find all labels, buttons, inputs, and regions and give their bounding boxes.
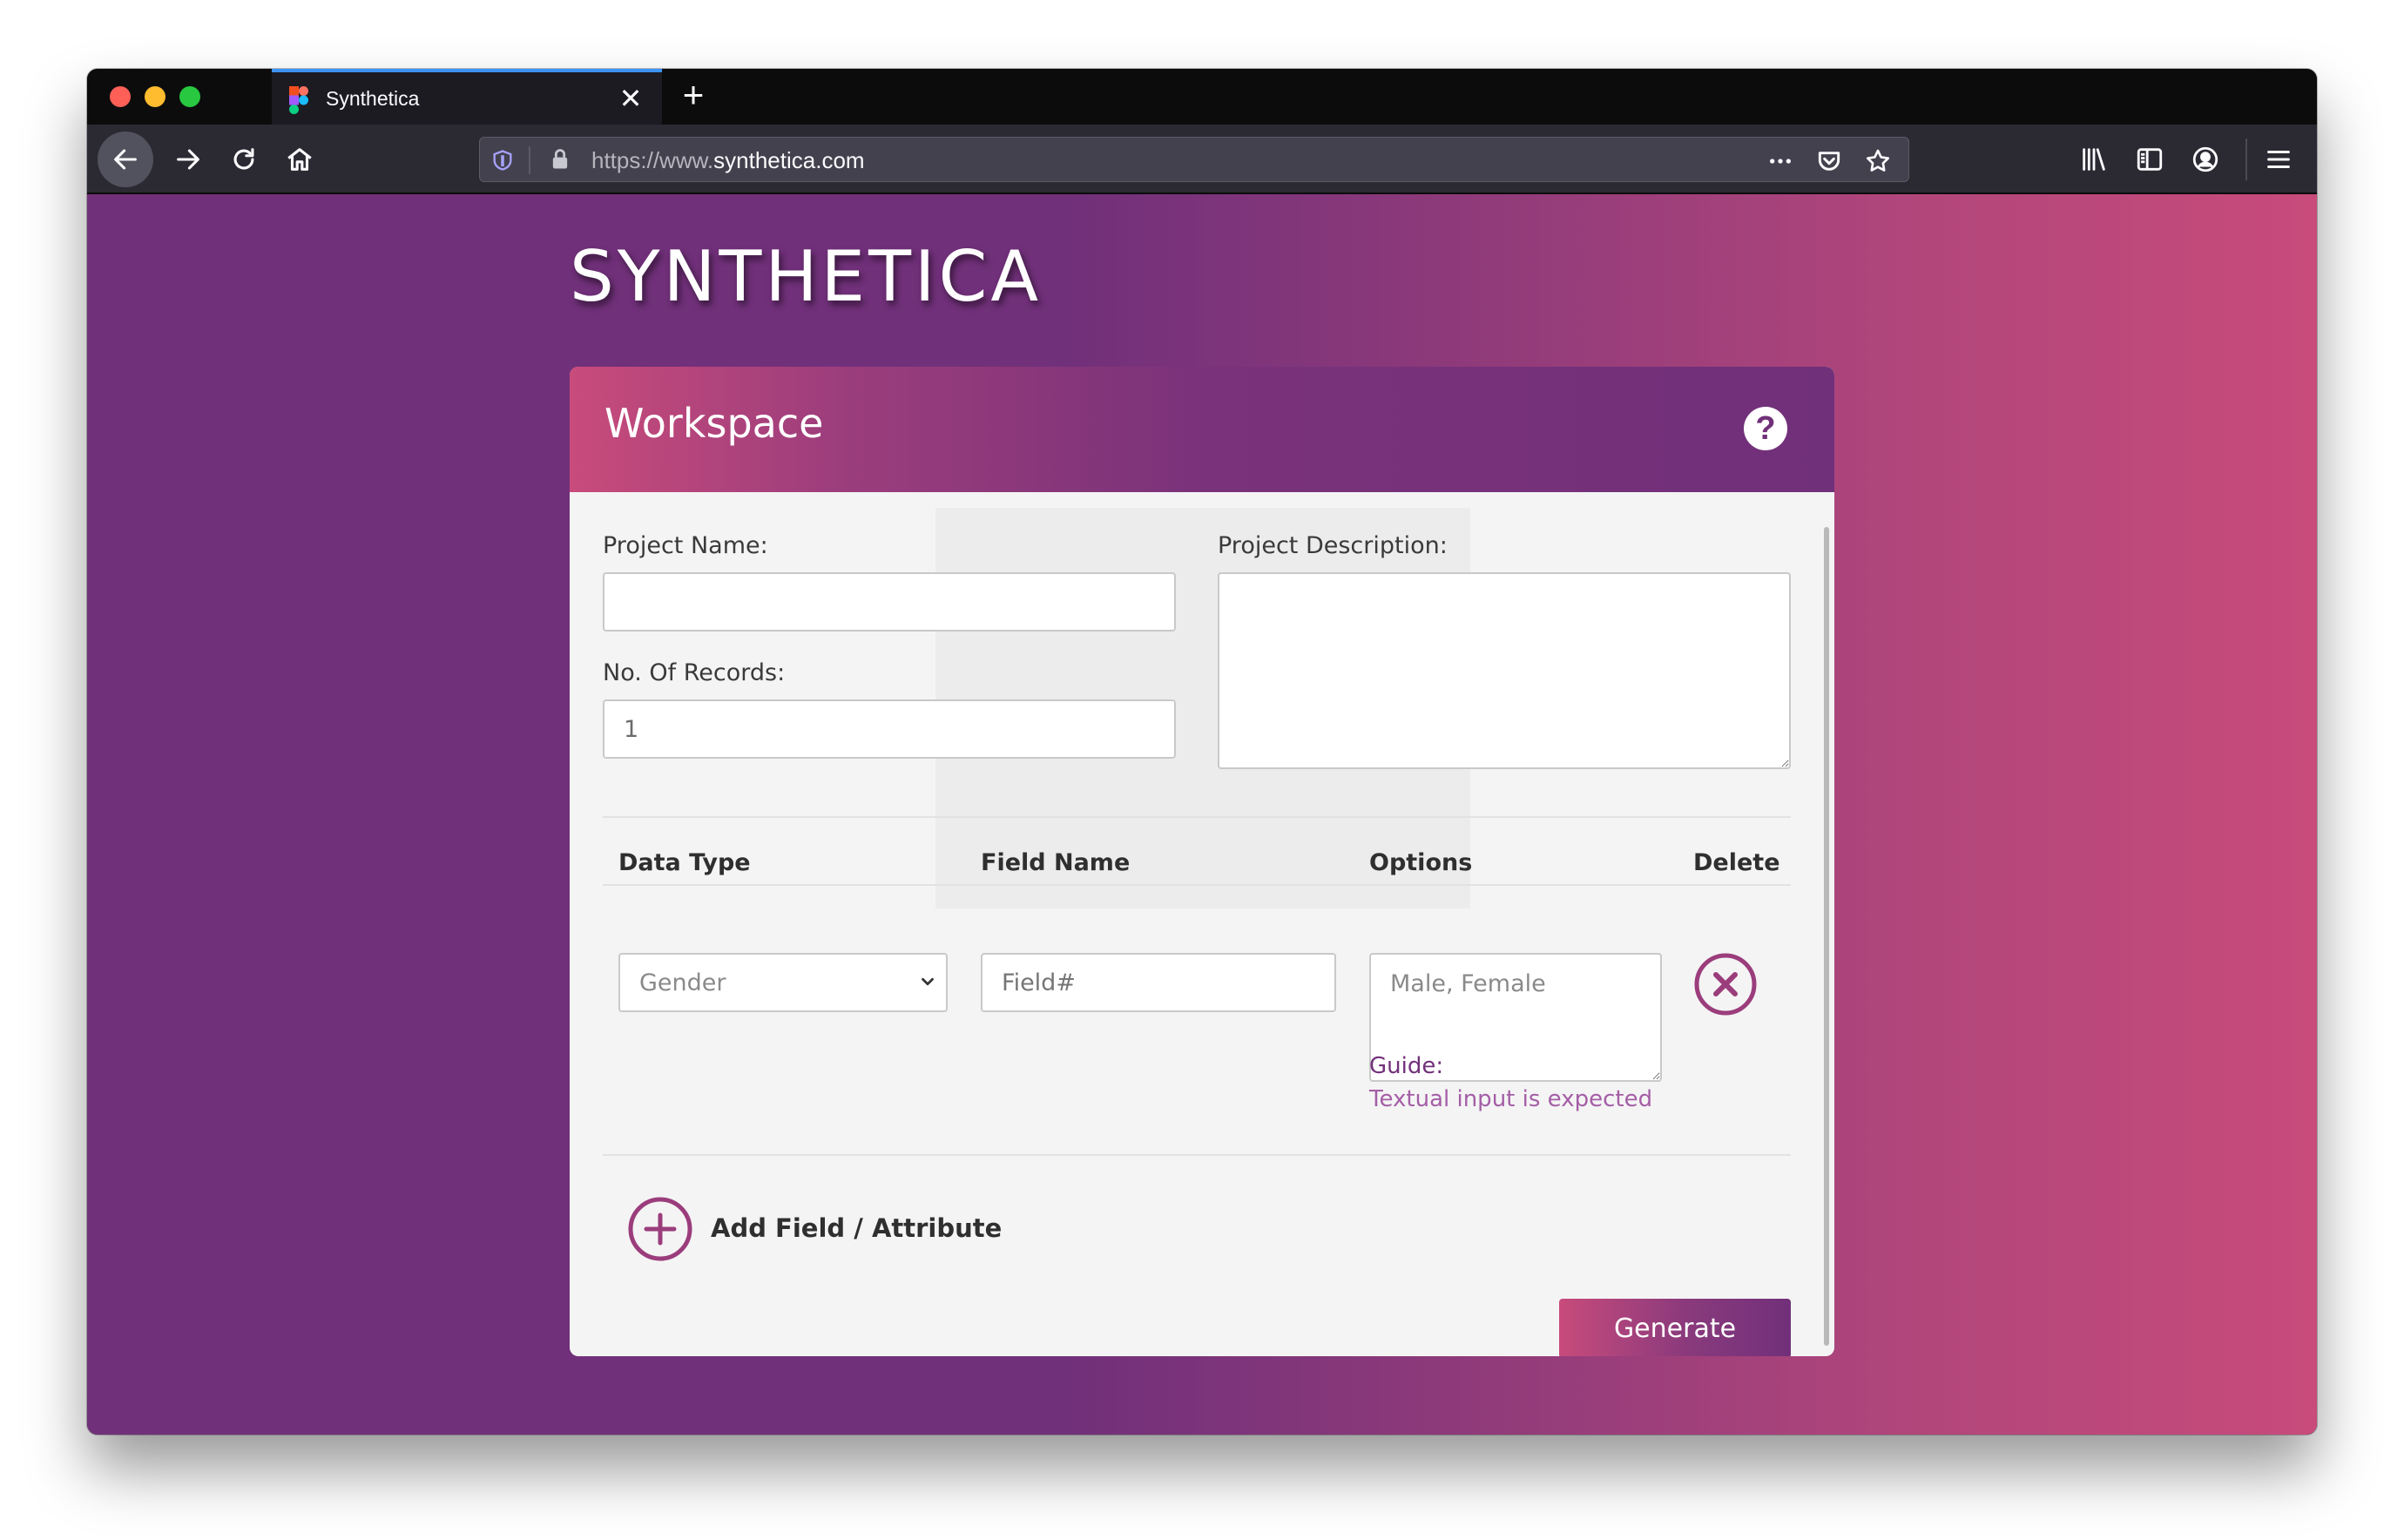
app-menu-button[interactable] xyxy=(2263,144,2294,175)
sidebar-button[interactable] xyxy=(2134,144,2165,175)
records-input[interactable] xyxy=(603,699,1176,759)
figma-icon xyxy=(289,86,308,114)
delete-field-icon[interactable] xyxy=(1693,952,1758,1017)
tab-title: Synthetica xyxy=(326,87,420,110)
project-description-textarea[interactable] xyxy=(1218,572,1791,769)
url-text[interactable]: https://www.synthetica.com xyxy=(591,147,865,174)
tab-strip: Synthetica ✕ + xyxy=(87,69,2317,125)
workspace-header: Workspace ? xyxy=(570,367,1834,492)
header-delete: Delete xyxy=(1693,849,1780,876)
forward-button[interactable] xyxy=(164,135,213,184)
add-field-icon[interactable] xyxy=(627,1196,693,1262)
browser-window: Synthetica ✕ + https://www.synthetica.co… xyxy=(87,69,2317,1435)
project-name-input[interactable] xyxy=(603,572,1176,632)
data-type-select-wrapper: Gender xyxy=(618,953,948,1012)
reload-button[interactable] xyxy=(219,135,268,184)
library-button[interactable] xyxy=(2078,144,2110,175)
header-data-type: Data Type xyxy=(618,849,751,876)
reload-icon xyxy=(233,148,254,170)
hamburger-icon xyxy=(2267,150,2290,169)
project-description-label: Project Description: xyxy=(1218,532,1448,559)
arrow-right-icon xyxy=(177,149,199,170)
page-actions-button[interactable] xyxy=(1766,146,1795,176)
pocket-icon xyxy=(1818,152,1840,171)
field-name-input[interactable] xyxy=(981,953,1336,1012)
guide-title: Guide: xyxy=(1369,1053,1444,1079)
home-icon xyxy=(287,148,312,171)
header-field-name: Field Name xyxy=(981,849,1131,876)
workspace-body: Project Name: No. Of Records: Project De… xyxy=(570,492,1834,1356)
pocket-button[interactable] xyxy=(1814,146,1844,176)
new-tab-button[interactable]: + xyxy=(672,76,714,118)
nav-bar: https://www.synthetica.com xyxy=(87,125,2317,194)
records-label: No. Of Records: xyxy=(603,659,786,686)
more-horizontal-icon xyxy=(1770,159,1791,164)
sidebar-icon xyxy=(2137,148,2163,171)
zoom-window-button[interactable] xyxy=(179,86,200,107)
shield-icon[interactable] xyxy=(490,148,515,172)
bookmark-button[interactable] xyxy=(1863,146,1893,176)
lock-icon[interactable] xyxy=(548,147,572,172)
url-prefix: https://www. xyxy=(591,147,714,173)
table-header-divider xyxy=(603,884,1791,886)
toolbar-separator xyxy=(2245,138,2247,180)
card-scrollbar[interactable] xyxy=(1824,527,1829,1346)
url-domain: synthetica.com xyxy=(713,147,865,173)
close-window-button[interactable] xyxy=(110,86,131,107)
account-button[interactable] xyxy=(2190,144,2221,175)
star-icon xyxy=(1866,149,1890,172)
workspace-card: Workspace ? Project Name: No. Of Records… xyxy=(570,367,1834,1356)
section-divider xyxy=(603,816,1791,818)
generate-button[interactable]: Generate xyxy=(1559,1299,1791,1356)
brand-logo: SYNTHETICA xyxy=(570,236,1043,317)
arrow-left-icon xyxy=(114,149,137,170)
tab-close-icon[interactable]: ✕ xyxy=(613,81,648,116)
home-button[interactable] xyxy=(275,135,324,184)
data-type-select[interactable]: Gender xyxy=(618,953,948,1012)
add-field-label[interactable]: Add Field / Attribute xyxy=(711,1213,1002,1243)
address-bar[interactable]: https://www.synthetica.com xyxy=(479,137,1909,182)
back-button[interactable] xyxy=(98,132,153,187)
tab-synthetica[interactable]: Synthetica ✕ xyxy=(272,69,662,125)
guide-text: Textual input is expected xyxy=(1369,1086,1653,1112)
minimize-window-button[interactable] xyxy=(145,86,165,107)
page-content: SYNTHETICA Workspace ? Project Name: No.… xyxy=(87,194,2317,1435)
help-icon[interactable]: ? xyxy=(1744,407,1787,450)
account-icon xyxy=(2192,146,2218,172)
url-separator xyxy=(529,146,530,174)
add-field-divider xyxy=(603,1154,1791,1156)
library-icon xyxy=(2083,148,2105,171)
header-options: Options xyxy=(1369,849,1473,876)
project-name-label: Project Name: xyxy=(603,532,768,559)
workspace-title: Workspace xyxy=(604,400,824,447)
